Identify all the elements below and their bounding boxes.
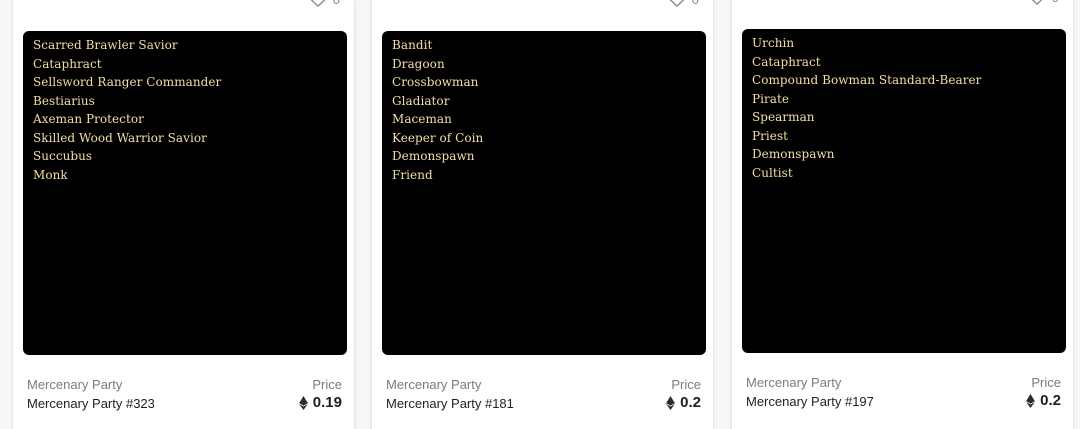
trait-item: Axeman Protector [33, 112, 144, 126]
favorite-count: 0 [333, 0, 340, 7]
item-name[interactable]: Mercenary Party #197 [746, 394, 874, 409]
trait-item: Bandit [392, 38, 433, 52]
trait-item: Monk [33, 167, 68, 182]
trait-item: Scarred Brawler Savior [33, 38, 178, 52]
price-value: 0.19 [298, 394, 342, 411]
price-amount: 0.2 [1040, 392, 1061, 409]
trait-item: Urchin [752, 36, 795, 50]
trait-item: Maceman [392, 112, 452, 126]
price-amount: 0.2 [680, 394, 701, 411]
trait-list: Bandit Dragoon Crossbowman Gladiator Mac… [392, 36, 696, 184]
price-value: 0.2 [666, 394, 701, 411]
favorite-button[interactable]: 0 [309, 0, 340, 9]
nft-image[interactable]: Urchin Cataphract Compound Bowman Standa… [742, 29, 1066, 353]
favorite-button[interactable]: 0 [1028, 0, 1059, 7]
nft-image[interactable]: Scarred Brawler Savior Cataphract Sellsw… [23, 31, 347, 355]
nft-card[interactable]: 0 Bandit Dragoon Crossbowman Gladiator M… [371, 0, 714, 429]
favorite-count: 0 [692, 0, 699, 7]
trait-item: Keeper of Coin [392, 130, 484, 145]
trait-item: Priest [752, 128, 789, 143]
ethereum-icon [298, 395, 308, 410]
favorite-count: 0 [1052, 0, 1059, 5]
heart-icon[interactable] [668, 0, 686, 7]
nft-image[interactable]: Bandit Dragoon Crossbowman Gladiator Mac… [382, 31, 706, 355]
card-footer: Mercenary Party Mercenary Party #181 Pri… [386, 377, 701, 417]
card-footer: Mercenary Party Mercenary Party #323 Pri… [27, 377, 342, 417]
trait-item: Sellsword Ranger Commander [33, 75, 222, 89]
item-name[interactable]: Mercenary Party #323 [27, 396, 155, 411]
favorite-button[interactable]: 0 [668, 0, 699, 9]
price-label: Price [1031, 375, 1061, 390]
trait-item: Succubus [33, 149, 93, 163]
collection-name[interactable]: Mercenary Party [27, 377, 122, 392]
trait-item: Compound Bowman Standard-Bearer [752, 73, 982, 87]
trait-item: Dragoon [392, 56, 445, 71]
collection-name[interactable]: Mercenary Party [746, 375, 841, 390]
nft-card[interactable]: 0 Urchin Cataphract Compound Bowman Stan… [731, 0, 1074, 429]
heart-icon[interactable] [1028, 0, 1046, 5]
trait-list: Urchin Cataphract Compound Bowman Standa… [752, 34, 1056, 182]
ethereum-icon [1026, 393, 1036, 408]
trait-item: Bestiarius [33, 93, 95, 108]
nft-card-grid: 0 Scarred Brawler Savior Cataphract Sell… [0, 0, 1080, 429]
item-name[interactable]: Mercenary Party #181 [386, 396, 514, 411]
trait-item: Demonspawn [752, 147, 835, 161]
trait-item: Cultist [752, 165, 793, 180]
price-amount: 0.19 [312, 394, 342, 411]
nft-card[interactable]: 0 Scarred Brawler Savior Cataphract Sell… [12, 0, 355, 429]
collection-name[interactable]: Mercenary Party [386, 377, 481, 392]
trait-list: Scarred Brawler Savior Cataphract Sellsw… [33, 36, 337, 184]
trait-item: Cataphract [752, 54, 821, 69]
price-label: Price [671, 377, 701, 392]
ethereum-icon [666, 395, 676, 410]
trait-item: Friend [392, 167, 433, 182]
trait-item: Cataphract [33, 56, 102, 71]
card-footer: Mercenary Party Mercenary Party #197 Pri… [746, 375, 1061, 415]
trait-item: Gladiator [392, 93, 450, 108]
trait-item: Pirate [752, 91, 790, 106]
trait-item: Skilled Wood Warrior Savior [33, 130, 207, 145]
price-value: 0.2 [1026, 392, 1061, 409]
trait-item: Demonspawn [392, 149, 475, 163]
trait-item: Spearman [752, 110, 815, 124]
heart-icon[interactable] [309, 0, 327, 7]
trait-item: Crossbowman [392, 75, 479, 89]
price-label: Price [312, 377, 342, 392]
